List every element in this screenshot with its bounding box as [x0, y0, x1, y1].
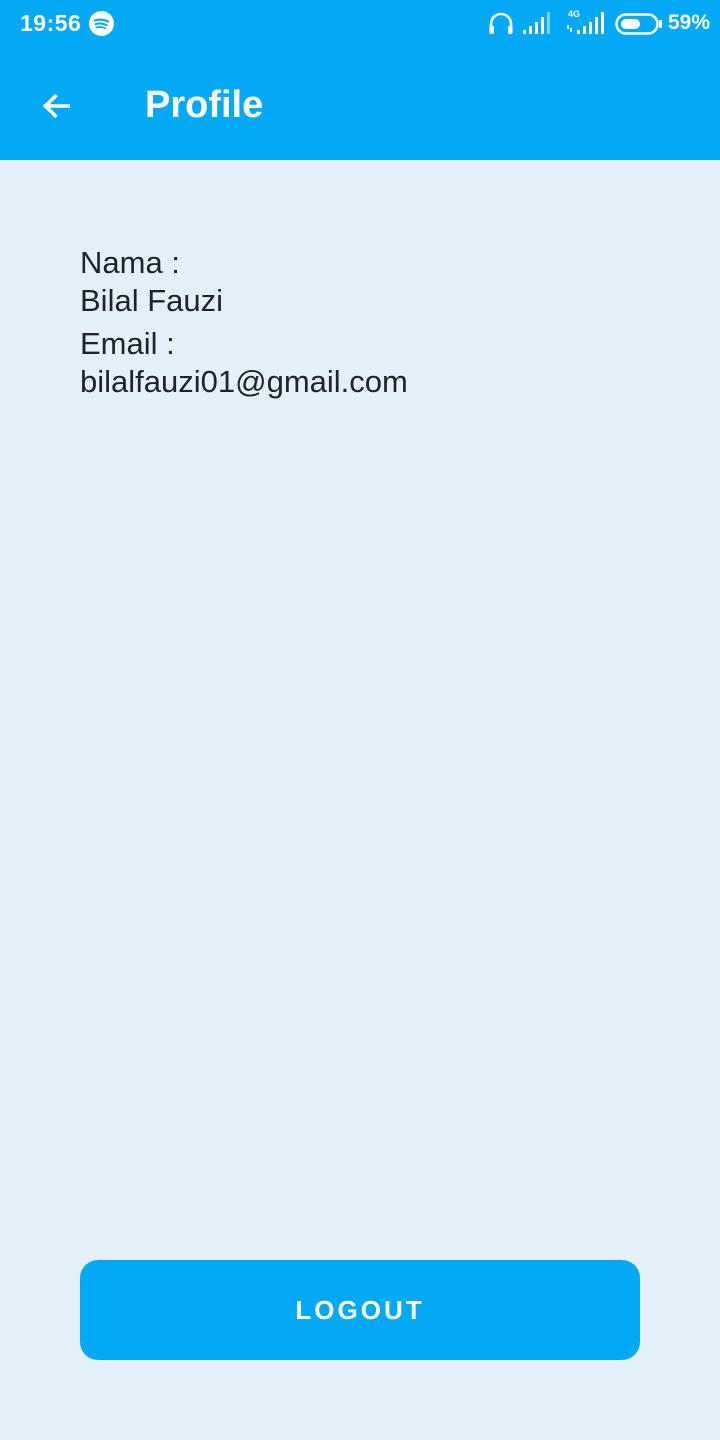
name-label: Nama : — [80, 245, 180, 280]
spotify-icon — [89, 11, 114, 36]
back-button[interactable] — [26, 78, 86, 134]
headphones-icon — [489, 12, 513, 34]
battery-percentage: 59% — [668, 11, 711, 34]
status-bar: 19:56 4G 59% — [0, 0, 720, 50]
email-value: bilalfauzi01@gmail.com — [80, 364, 408, 399]
name-value: Bilal Fauzi — [80, 283, 223, 318]
email-label: Email : — [80, 326, 175, 361]
signal-4g-icon — [567, 12, 604, 34]
logout-button[interactable]: LOGOUT — [80, 1260, 640, 1360]
profile-info: Nama : Bilal Fauzi Email : bilalfauzi01@… — [80, 244, 408, 401]
app-bar: 19:56 4G 59% Profile — [0, 0, 720, 160]
signal-icon — [523, 12, 550, 34]
battery-icon — [615, 13, 662, 35]
page-title: Profile — [145, 84, 264, 126]
status-time: 19:56 — [20, 10, 82, 36]
arrow-left-icon — [42, 93, 70, 119]
